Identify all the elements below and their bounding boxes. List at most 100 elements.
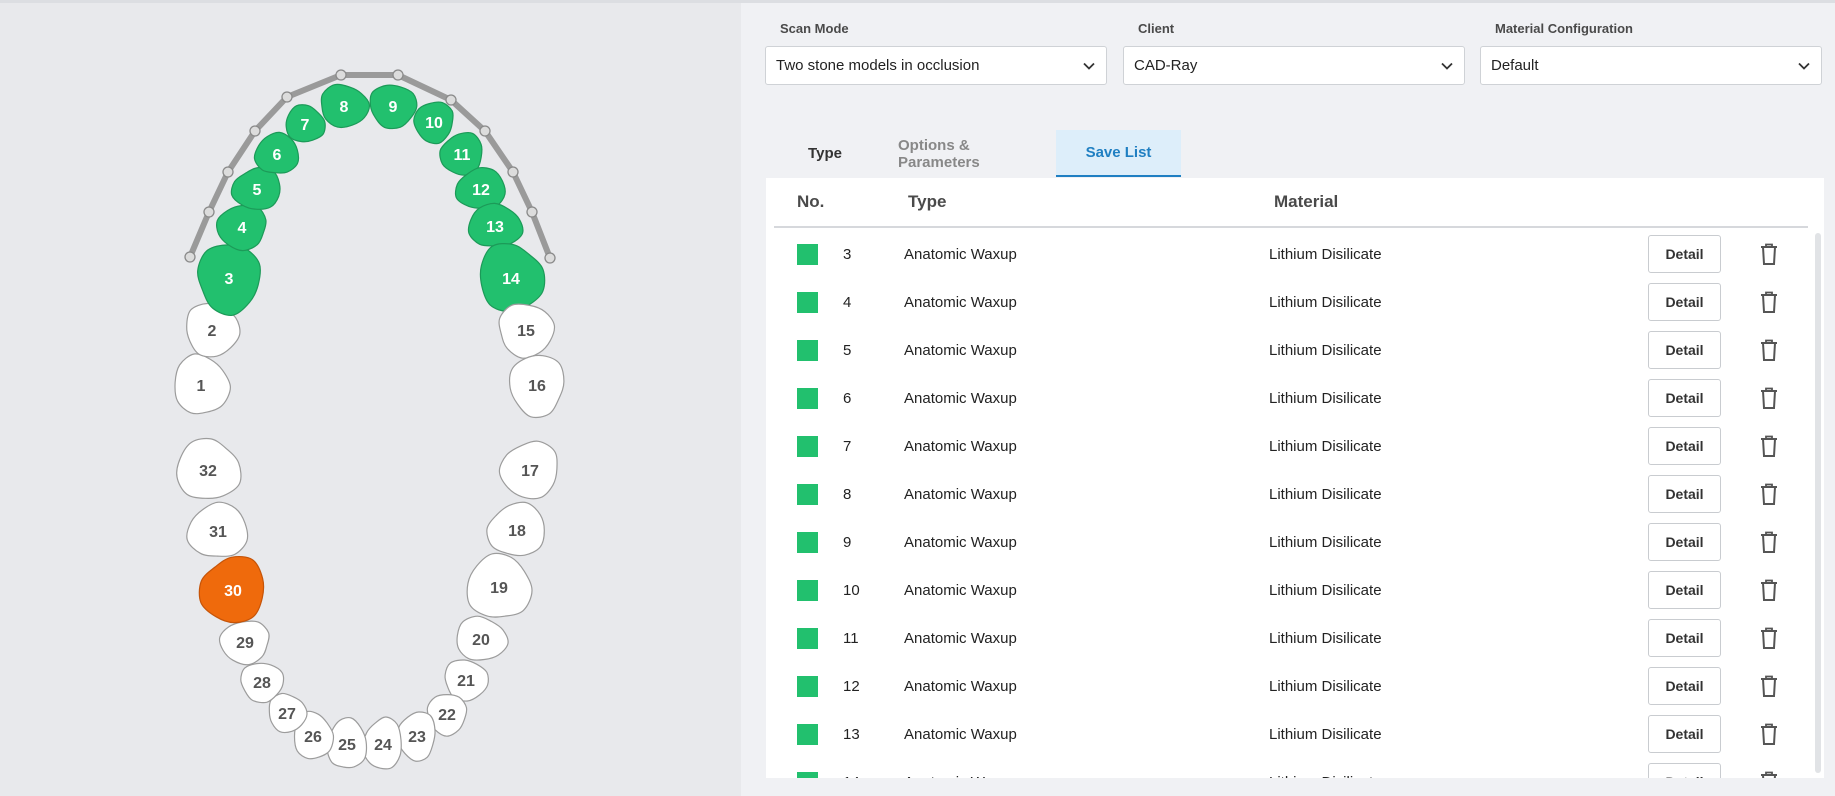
- tooth-1[interactable]: 1: [174, 353, 232, 415]
- tooth-color-swatch: [797, 532, 818, 553]
- trash-icon[interactable]: [1758, 482, 1780, 506]
- row-type: Anatomic Waxup: [904, 341, 1017, 359]
- row-tooth-number: 3: [843, 245, 852, 263]
- tooth-19[interactable]: 19: [466, 552, 533, 618]
- bridge-node[interactable]: [203, 206, 215, 218]
- tooth-23[interactable]: 23: [397, 711, 436, 762]
- tooth-30[interactable]: 30: [198, 555, 265, 624]
- client-value: CAD-Ray: [1134, 57, 1198, 74]
- tooth-24[interactable]: 24: [361, 716, 402, 770]
- tooth-9[interactable]: 9: [369, 84, 418, 130]
- bridge-node[interactable]: [507, 166, 519, 178]
- row-tooth-number: 7: [843, 437, 852, 455]
- bridge-node[interactable]: [445, 94, 457, 106]
- trash-icon[interactable]: [1758, 290, 1780, 314]
- tooth-18[interactable]: 18: [486, 501, 545, 557]
- row-material: Lithium Disilicate: [1269, 774, 1382, 779]
- trash-icon[interactable]: [1758, 578, 1780, 602]
- tooth-17[interactable]: 17: [498, 440, 558, 500]
- trash-icon[interactable]: [1758, 722, 1780, 746]
- trash-icon[interactable]: [1758, 530, 1780, 554]
- client-label: Client: [1138, 21, 1175, 36]
- bridge-node[interactable]: [281, 91, 293, 103]
- tooth-14[interactable]: 14: [479, 243, 546, 313]
- tooth-20[interactable]: 20: [456, 615, 509, 661]
- table-row: 12 Anatomic Waxup Lithium Disilicate Detail: [774, 662, 1808, 710]
- material-config-select[interactable]: Default: [1480, 46, 1822, 85]
- row-type: Anatomic Waxup: [904, 437, 1017, 455]
- client-select[interactable]: CAD-Ray: [1123, 46, 1465, 85]
- bridge-node[interactable]: [392, 69, 404, 81]
- tooth-16[interactable]: 16: [509, 354, 565, 419]
- table-row: 3 Anatomic Waxup Lithium Disilicate Detail: [774, 230, 1808, 278]
- tooth-color-swatch: [797, 244, 818, 265]
- tooth-8[interactable]: 8: [320, 83, 371, 129]
- detail-button[interactable]: Detail: [1648, 379, 1721, 417]
- tooth-29[interactable]: 29: [218, 620, 270, 666]
- scan-mode-field: Scan Mode Two stone models in occlusion: [765, 21, 1107, 85]
- detail-button[interactable]: Detail: [1648, 619, 1721, 657]
- row-tooth-number: 9: [843, 533, 852, 551]
- trash-icon[interactable]: [1758, 338, 1780, 362]
- detail-button[interactable]: Detail: [1648, 283, 1721, 321]
- trash-icon[interactable]: [1758, 242, 1780, 266]
- detail-button[interactable]: Detail: [1648, 427, 1721, 465]
- tab-save-list[interactable]: Save List: [1056, 130, 1181, 177]
- scan-mode-label: Scan Mode: [780, 21, 849, 36]
- tooth-color-swatch: [797, 340, 818, 361]
- tooth-5[interactable]: 5: [230, 166, 281, 210]
- trash-icon[interactable]: [1758, 770, 1780, 778]
- detail-button[interactable]: Detail: [1648, 475, 1721, 513]
- table-row: 14 Anatomic Waxup Lithium Disilicate Detail: [774, 758, 1808, 778]
- tab-options-parameters[interactable]: Options & Parameters: [884, 130, 1056, 177]
- tab-bar: Type Options & Parameters Save List: [766, 130, 1181, 177]
- detail-button[interactable]: Detail: [1648, 523, 1721, 561]
- detail-button[interactable]: Detail: [1648, 235, 1721, 273]
- row-tooth-number: 12: [843, 677, 860, 695]
- bridge-node[interactable]: [184, 251, 196, 263]
- material-config-label: Material Configuration: [1495, 21, 1633, 36]
- tooth-32[interactable]: 32: [176, 437, 242, 499]
- tooth-13[interactable]: 13: [467, 202, 524, 247]
- bridge-node[interactable]: [222, 166, 234, 178]
- table-scrollbar[interactable]: [1815, 233, 1821, 773]
- trash-icon[interactable]: [1758, 674, 1780, 698]
- trash-icon[interactable]: [1758, 386, 1780, 410]
- material-config-value: Default: [1491, 57, 1539, 74]
- trash-icon[interactable]: [1758, 434, 1780, 458]
- trash-icon[interactable]: [1758, 626, 1780, 650]
- row-type: Anatomic Waxup: [904, 629, 1017, 647]
- detail-button[interactable]: Detail: [1648, 571, 1721, 609]
- row-material: Lithium Disilicate: [1269, 293, 1382, 311]
- detail-button[interactable]: Detail: [1648, 331, 1721, 369]
- scan-mode-select[interactable]: Two stone models in occlusion: [765, 46, 1107, 85]
- row-material: Lithium Disilicate: [1269, 389, 1382, 407]
- scan-mode-value: Two stone models in occlusion: [776, 57, 980, 74]
- row-tooth-number: 13: [843, 725, 860, 743]
- row-material: Lithium Disilicate: [1269, 677, 1382, 695]
- table-row: 11 Anatomic Waxup Lithium Disilicate Detail: [774, 614, 1808, 662]
- tooth-31[interactable]: 31: [186, 501, 249, 557]
- detail-button[interactable]: Detail: [1648, 667, 1721, 705]
- tooth-10[interactable]: 10: [413, 101, 454, 145]
- tooth-7[interactable]: 7: [285, 104, 326, 143]
- detail-button[interactable]: Detail: [1648, 715, 1721, 753]
- row-type: Anatomic Waxup: [904, 774, 1017, 779]
- bridge-node[interactable]: [249, 125, 261, 137]
- detail-button[interactable]: Detail: [1648, 763, 1721, 778]
- tooth-color-swatch: [797, 292, 818, 313]
- table-row: 13 Anatomic Waxup Lithium Disilicate Detail: [774, 710, 1808, 758]
- tab-type[interactable]: Type: [766, 130, 884, 177]
- bridge-node[interactable]: [335, 69, 347, 81]
- tooth-color-swatch: [797, 580, 818, 601]
- row-material: Lithium Disilicate: [1269, 725, 1382, 743]
- row-tooth-number: 11: [843, 629, 859, 647]
- tooth-15[interactable]: 15: [498, 303, 556, 359]
- bridge-node[interactable]: [544, 252, 556, 264]
- bridge-node[interactable]: [479, 125, 491, 137]
- bridge-node[interactable]: [526, 206, 538, 218]
- table-row: 4 Anatomic Waxup Lithium Disilicate Detail: [774, 278, 1808, 326]
- tooth-4[interactable]: 4: [216, 204, 267, 252]
- row-tooth-number: 6: [843, 389, 852, 407]
- chevron-down-icon: [1083, 62, 1095, 70]
